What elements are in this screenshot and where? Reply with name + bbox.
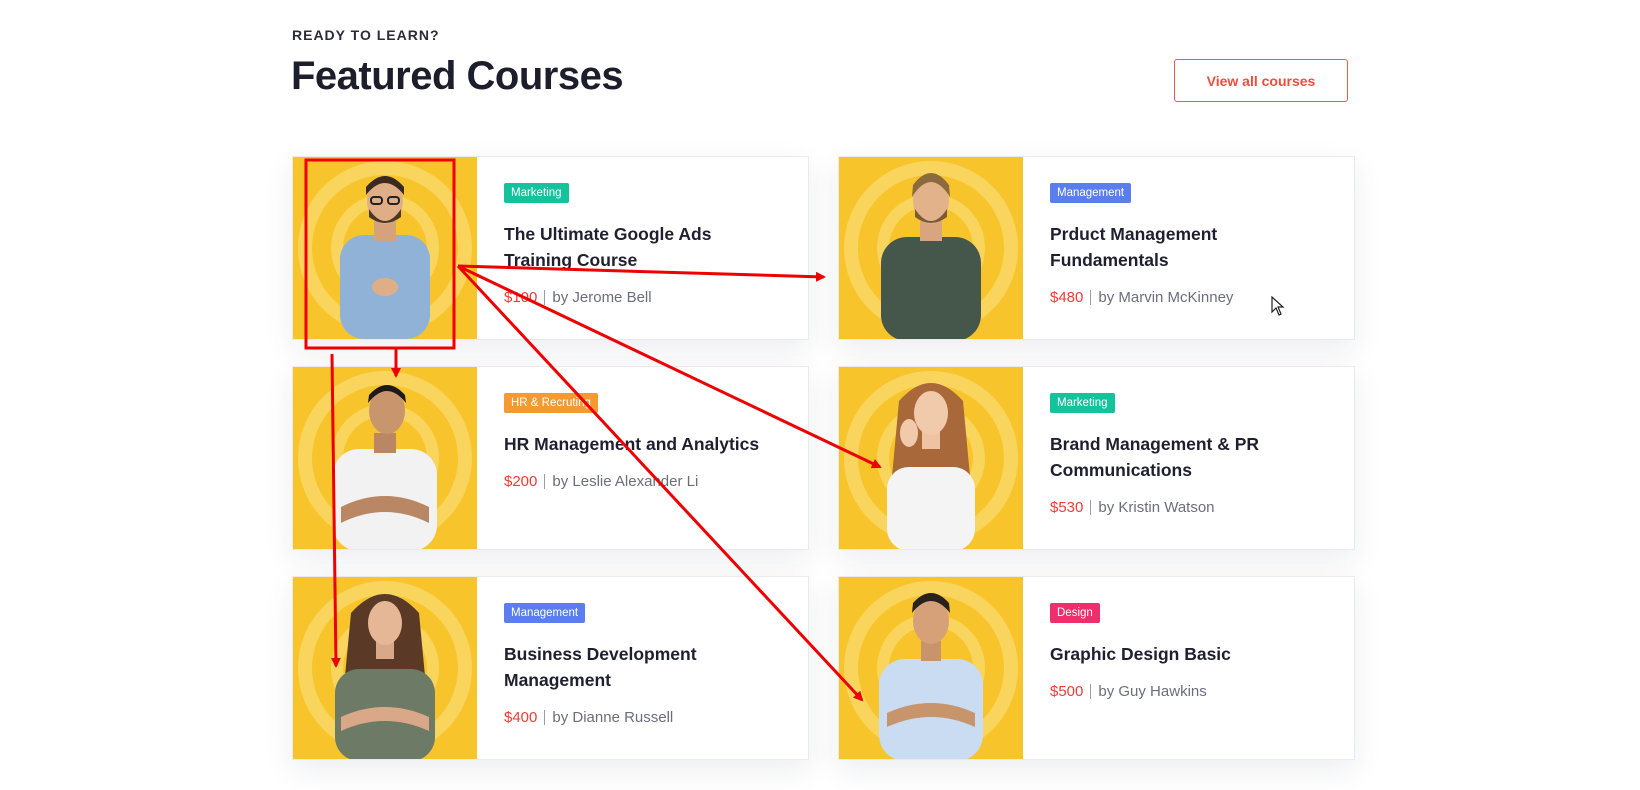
meta-divider [1090,290,1092,305]
course-thumbnail[interactable] [293,157,477,339]
course-instructor[interactable]: by Leslie Alexander Li [552,473,698,490]
instructor-photo-icon [844,581,1018,759]
course-card[interactable]: Management Business Development Manageme… [292,576,809,760]
course-thumbnail[interactable] [293,367,477,549]
category-badge[interactable]: Design [1050,603,1100,623]
meta-divider [544,290,546,305]
category-badge[interactable]: Management [1050,183,1132,203]
course-title[interactable]: HR Management and Analytics [504,431,782,457]
course-price: $100 [504,289,538,306]
course-title[interactable]: Prduct Management Fundamentals [1050,221,1328,273]
meta-divider [1090,684,1092,699]
course-instructor[interactable]: by Kristin Watson [1098,499,1214,516]
course-instructor[interactable]: by Dianne Russell [552,709,673,726]
course-thumbnail[interactable] [293,577,477,759]
course-thumbnail[interactable] [839,367,1023,549]
course-thumbnail[interactable] [839,577,1023,759]
instructor-photo-icon [844,371,1018,549]
annotation-overlay [304,158,882,702]
course-card[interactable]: Design Graphic Design Basic $500 by Guy … [838,576,1355,760]
page-title: Featured Courses [291,54,624,98]
mouse-cursor-icon [1271,296,1285,316]
view-all-courses-button[interactable]: View all courses [1174,59,1348,102]
course-card[interactable]: Marketing The Ultimate Google Ads Traini… [292,156,809,340]
category-badge[interactable]: HR & Recruting [504,393,598,413]
course-instructor[interactable]: by Jerome Bell [552,289,651,306]
course-card[interactable]: Marketing Brand Management & PR Communic… [838,366,1355,550]
course-price: $480 [1050,289,1084,306]
meta-divider [544,710,546,725]
course-instructor[interactable]: by Marvin McKinney [1098,289,1233,306]
course-title[interactable]: The Ultimate Google Ads Training Course [504,221,782,273]
meta-divider [544,474,546,489]
course-title[interactable]: Graphic Design Basic [1050,641,1328,667]
course-title[interactable]: Brand Management & PR Communications [1050,431,1328,483]
course-thumbnail[interactable] [839,157,1023,339]
course-price: $530 [1050,499,1084,516]
category-badge[interactable]: Marketing [1050,393,1115,413]
course-price: $400 [504,709,538,726]
course-title[interactable]: Business Development Management [504,641,782,693]
instructor-photo-icon [298,371,472,549]
section-eyebrow: READY TO LEARN? [292,27,440,43]
course-card[interactable]: HR & Recruting HR Management and Analyti… [292,366,809,550]
meta-divider [1090,500,1092,515]
course-instructor[interactable]: by Guy Hawkins [1098,683,1206,700]
instructor-photo-icon [298,581,472,759]
category-badge[interactable]: Marketing [504,183,569,203]
course-price: $500 [1050,683,1084,700]
instructor-photo-icon [844,161,1018,339]
category-badge[interactable]: Management [504,603,586,623]
course-price: $200 [504,473,538,490]
instructor-photo-icon [298,161,472,339]
